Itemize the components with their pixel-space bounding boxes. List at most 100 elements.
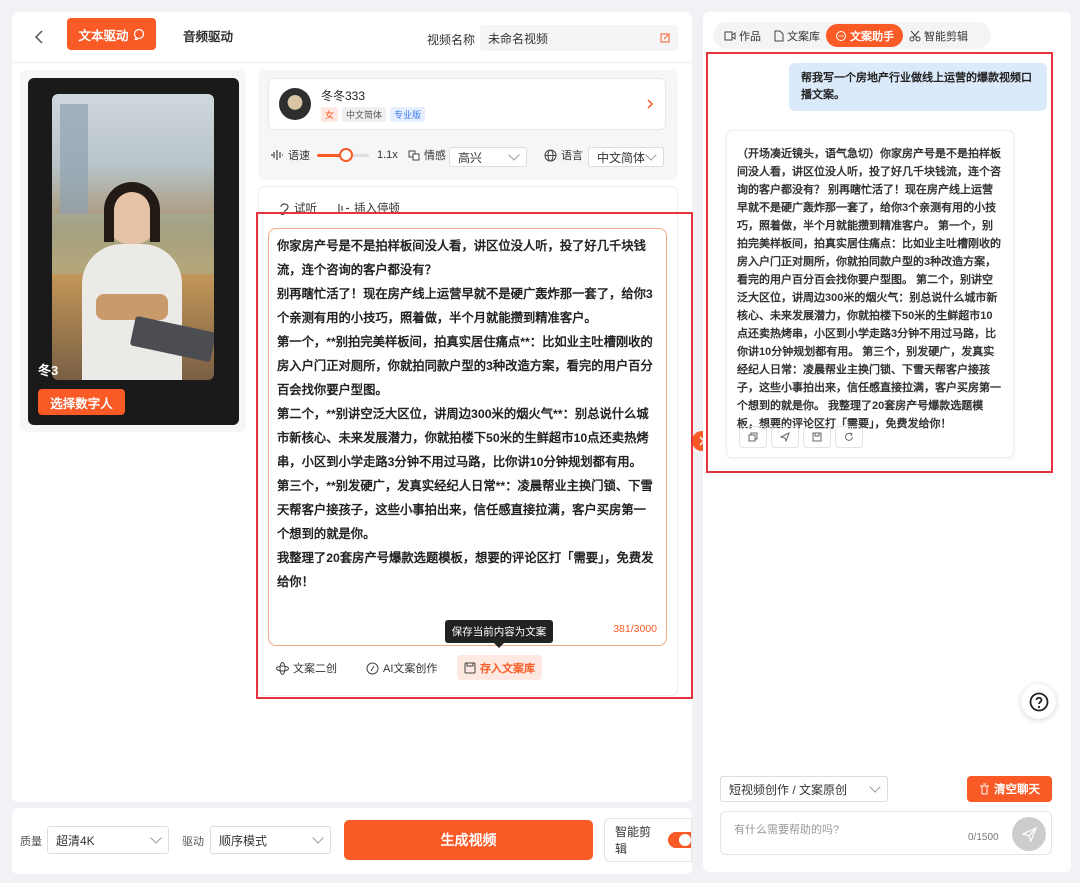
quality-value: 超清4K <box>56 833 95 848</box>
assistant-message-text: （开场凑近镜头，语气急切）你家房产号是不是拍样板间没人看，讲区位没人听，投了好几… <box>737 148 1001 430</box>
scissors-icon <box>909 30 921 41</box>
avatar-name: 冬3 <box>38 363 59 378</box>
rewrite-label: 文案二创 <box>293 663 337 675</box>
avatar-preview: 冬3 选择数字人 <box>28 78 239 425</box>
copy-button[interactable] <box>739 426 767 448</box>
chevron-left-icon <box>34 30 43 44</box>
voice-card[interactable]: 冬冬333 女 中文简体 专业版 <box>268 78 666 130</box>
quality-label: 质量 <box>20 836 42 848</box>
ai-write-label: AI文案创作 <box>383 663 438 675</box>
trash-icon <box>980 783 989 795</box>
drive-value: 顺序模式 <box>219 833 268 848</box>
quality-select[interactable]: 超清4K <box>47 826 169 854</box>
voice-name: 冬冬333 <box>321 88 366 103</box>
save-to-library-label: 存入文案库 <box>480 662 535 675</box>
language-value: 中文简体 <box>597 150 646 165</box>
chat-input-placeholder: 有什么需要帮助的吗? <box>734 824 840 836</box>
ear-icon <box>280 202 289 215</box>
document-icon <box>774 30 784 41</box>
tab-audio-drive[interactable]: 音频驱动 <box>183 26 233 45</box>
chevron-right-icon <box>647 99 654 109</box>
clear-chat-label: 清空聊天 <box>994 784 1040 796</box>
script-paragraph: 你家房产号是不是拍样板间没人看，讲区位没人听，投了好几千块钱流，连个咨询的客户都… <box>277 239 646 277</box>
assistant-message: （开场凑近镜头，语气急切）你家房产号是不是拍样板间没人看，讲区位没人听，投了好几… <box>726 130 1014 458</box>
paper-plane-icon <box>1021 826 1037 842</box>
save-to-library-button[interactable]: 存入文案库 <box>457 655 542 680</box>
listen-button[interactable]: 试听 <box>278 200 317 216</box>
refresh-icon <box>845 432 853 441</box>
script-paragraph: 第一个，**别拍完美样板间，拍真实居住痛点**：比如业主吐槽刚收的房入户门正对厕… <box>277 335 653 397</box>
script-text: 你家房产号是不是拍样板间没人看，讲区位没人听，投了好几千块钱流，连个咨询的客户都… <box>269 229 666 594</box>
emotion-control: 情感 <box>408 147 446 163</box>
send-icon <box>780 432 790 442</box>
right-tabs: 作品 文案库 文案助手 智能剪辑 <box>713 22 991 49</box>
char-count: 381/3000 <box>613 623 657 635</box>
language-label: 语言 <box>561 150 583 162</box>
speed-label: 语速 <box>288 150 310 162</box>
message-actions <box>739 426 863 448</box>
ai-write-button[interactable]: AI文案创作 <box>366 660 437 676</box>
waveform-icon <box>271 150 283 160</box>
atom-icon <box>276 661 289 675</box>
voice-avatar <box>279 88 311 120</box>
emotion-select[interactable]: 高兴 <box>449 147 527 167</box>
video-name-value: 未命名视频 <box>488 31 549 46</box>
chat-input[interactable]: 有什么需要帮助的吗? 0/1500 <box>720 811 1052 855</box>
video-name-input[interactable]: 未命名视频 <box>480 25 678 51</box>
generate-video-button[interactable]: 生成视频 <box>344 820 593 860</box>
tab-writing-assistant[interactable]: 文案助手 <box>826 24 903 47</box>
tab-works-label: 作品 <box>739 30 761 43</box>
pause-insert-icon <box>338 203 349 213</box>
language-select[interactable]: 中文简体 <box>588 147 664 167</box>
tooltip-arrow <box>494 643 504 648</box>
edit-icon[interactable] <box>660 33 670 43</box>
drive-label: 驱动 <box>182 836 204 848</box>
send-to-editor-button[interactable] <box>771 426 799 448</box>
script-paragraph: 第三个，**别发硬广，发真实经纪人日常**：凌晨帮业主换门锁、下雪天帮客户接孩子… <box>277 479 653 541</box>
user-message: 帮我写一个房地产行业做线上运营的爆款视频口播文案。 <box>789 63 1047 111</box>
speed-control: 语速 1.1x <box>270 147 398 163</box>
tab-text-drive[interactable]: 文本驱动 <box>67 18 156 50</box>
tab-writing-assistant-label: 文案助手 <box>850 30 894 43</box>
rewrite-button[interactable]: 文案二创 <box>276 660 337 676</box>
regenerate-button[interactable] <box>835 426 863 448</box>
clear-chat-button[interactable]: 清空聊天 <box>967 776 1052 802</box>
question-icon <box>1029 692 1048 711</box>
avatar-photo <box>52 94 214 380</box>
copy-icon <box>748 432 758 442</box>
voice-tag-gender: 女 <box>321 106 339 122</box>
send-button[interactable] <box>1012 817 1046 851</box>
save-tooltip: 保存当前内容为文案 <box>445 620 553 643</box>
chat-bubble-icon <box>133 28 144 40</box>
script-paragraph: 别再瞎忙活了！现在房产线上运营早就不是硬广轰炸那一套了，给你3个亲测有用的小技巧… <box>277 287 653 325</box>
tab-library[interactable]: 文案库 <box>768 24 826 47</box>
script-paragraph: 我整理了20套房产号爆款选题模板，想要的评论区打「需要」，免费发给你！ <box>277 551 654 589</box>
tab-smart-edit[interactable]: 智能剪辑 <box>903 24 974 47</box>
video-name-label: 视频名称 <box>427 33 476 47</box>
emotion-icon <box>408 150 420 161</box>
script-editor[interactable]: 你家房产号是不是拍样板间没人看，讲区位没人听，投了好几千块钱流，连个咨询的客户都… <box>268 228 667 646</box>
smart-edit-label: 智能剪辑 <box>615 825 652 856</box>
select-avatar-button[interactable]: 选择数字人 <box>38 389 125 415</box>
voice-tag-pro: 专业版 <box>390 106 426 122</box>
chat-mode-select[interactable]: 短视频创作 / 文案原创 <box>720 776 888 802</box>
help-button[interactable] <box>1021 684 1056 719</box>
script-paragraph: 第二个，**别讲空泛大区位，讲周边300米的烟火气**：别总说什么城市新核心、未… <box>277 407 649 469</box>
speed-slider-thumb[interactable] <box>338 148 353 162</box>
globe-icon <box>544 149 557 161</box>
smart-edit-switch[interactable] <box>667 832 691 848</box>
chat-input-count: 0/1500 <box>968 832 999 843</box>
emotion-label: 情感 <box>424 150 446 162</box>
speed-slider[interactable] <box>317 148 369 162</box>
save-icon <box>464 662 476 673</box>
save-message-button[interactable] <box>803 426 831 448</box>
tab-text-drive-label: 文本驱动 <box>78 28 129 43</box>
back-button[interactable] <box>32 26 46 48</box>
ai-pen-icon <box>366 662 379 674</box>
tab-works[interactable]: 作品 <box>717 24 768 47</box>
smart-edit-toggle[interactable]: 智能剪辑 <box>604 818 692 862</box>
insert-pause-button[interactable]: 插入停顿 <box>337 200 400 216</box>
insert-pause-label: 插入停顿 <box>354 203 400 215</box>
save-icon <box>812 432 822 442</box>
drive-select[interactable]: 顺序模式 <box>210 826 331 854</box>
